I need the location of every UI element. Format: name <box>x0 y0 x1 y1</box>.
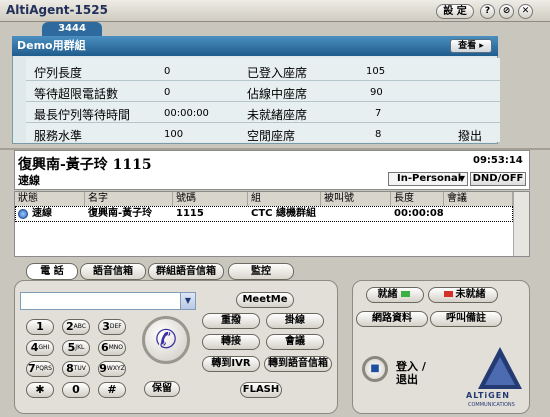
tab-monitor[interactable]: 監控 <box>228 263 294 280</box>
view-button[interactable]: 查看 ▸ <box>450 39 492 53</box>
stat-value: 100 <box>164 129 184 140</box>
dnd-button[interactable]: DND/OFF <box>470 172 526 186</box>
key-2[interactable]: 2ABC <box>62 319 90 335</box>
flash-button[interactable]: FLASH <box>240 382 282 398</box>
login-label[interactable]: 登入 / 退出 <box>396 360 426 386</box>
tab-voicemail[interactable]: 語音信箱 <box>80 263 146 280</box>
chevron-down-icon: ▼ <box>458 174 465 183</box>
column-header[interactable]: 號碼 <box>173 192 248 206</box>
cell-number: 1115 <box>176 208 204 219</box>
logo-subtext: COMMUNICATIONS <box>468 402 515 408</box>
stat-label: 服務水準 <box>34 129 83 143</box>
column-header[interactable]: 被叫號 <box>321 192 391 206</box>
key-1[interactable]: 1 <box>26 319 54 335</box>
key-5[interactable]: 5JKL <box>62 340 90 356</box>
call-status-icon <box>18 209 28 219</box>
stat-label: 空閒座席 <box>247 129 296 143</box>
hangup-button[interactable]: 掛線 <box>266 313 324 329</box>
key-7[interactable]: 7PQRS <box>26 361 54 377</box>
meetme-button[interactable]: MeetMe <box>236 292 294 308</box>
call-type: 速線 <box>18 174 40 187</box>
key-0[interactable]: 0 <box>62 382 90 398</box>
stat-label: 已登入座席 <box>247 66 308 80</box>
stat-label: 佔線中座席 <box>247 87 308 101</box>
stat-value: 8 <box>375 129 382 140</box>
window-title: AltiAgent-1525 <box>6 3 108 17</box>
dial-input[interactable] <box>20 292 196 310</box>
ready-button[interactable]: 就緒 <box>366 287 424 303</box>
not-ready-led-icon <box>443 291 453 297</box>
stat-label: 等待超限電話數 <box>34 87 119 101</box>
help-icon[interactable]: ? <box>480 4 495 19</box>
login-icon[interactable]: ■ <box>362 356 388 382</box>
close-icon[interactable]: ✕ <box>518 4 533 19</box>
transfer-button[interactable]: 轉接 <box>202 334 260 350</box>
minimize-icon[interactable]: ⊘ <box>499 4 514 19</box>
column-header[interactable]: 狀態 <box>15 192 85 206</box>
cell-duration: 00:00:08 <box>394 208 444 219</box>
call-note-button[interactable]: 呼叫備註 <box>430 311 502 327</box>
key-3[interactable]: 3DEF <box>98 319 126 335</box>
table-scrollbar[interactable] <box>513 192 529 256</box>
key-star[interactable]: ✱ <box>26 382 54 398</box>
stat-label: 未就緒座席 <box>247 108 308 122</box>
stat-label: 最長佇列等待時間 <box>34 108 131 122</box>
not-ready-button[interactable]: 未就緒 <box>428 287 498 303</box>
tab-group-voicemail[interactable]: 群組語音信箱 <box>148 263 224 280</box>
key-hash[interactable]: # <box>98 382 126 398</box>
key-9[interactable]: 9WXYZ <box>98 361 126 377</box>
cell-group: CTC 總機群組 <box>251 208 316 219</box>
conference-button[interactable]: 會議 <box>266 334 324 350</box>
stat-value: 0 <box>164 87 171 98</box>
cell-status: 速線 <box>32 208 52 219</box>
transfer-ivr-button[interactable]: 轉到IVR <box>202 356 260 372</box>
column-header[interactable]: 名字 <box>85 192 173 206</box>
cell-name: 復興南-黃子玲 <box>88 208 153 219</box>
caller-name: 復興南-黃子玲 1115 <box>18 157 152 173</box>
settings-button[interactable]: 設 定 <box>436 4 474 19</box>
stat-label: 佇列長度 <box>34 66 83 80</box>
phone-handset-icon[interactable]: ✆ <box>142 316 190 364</box>
stat-value: 90 <box>370 87 383 98</box>
column-header[interactable]: 會議 <box>444 192 513 206</box>
stat-value: 7 <box>375 108 382 119</box>
ready-led-icon <box>400 291 410 297</box>
chevron-down-icon[interactable]: ▼ <box>180 293 195 309</box>
redial-button[interactable]: 重撥 <box>202 313 260 329</box>
group-name: Demo用群組 <box>12 36 498 56</box>
mode-select[interactable]: In-Personal ▼ <box>388 172 468 186</box>
stat-value: 105 <box>366 66 386 77</box>
group-tab-number[interactable]: 3444 <box>42 22 102 36</box>
tab-phone[interactable]: 電 話 <box>26 263 78 280</box>
column-header[interactable]: 組 <box>248 192 321 206</box>
column-header[interactable]: 長度 <box>391 192 444 206</box>
key-4[interactable]: 4GHI <box>26 340 54 356</box>
call-clock: 09:53:14 <box>473 155 523 166</box>
hold-button[interactable]: 保留 <box>144 381 180 397</box>
logo-text: ALTiGEN <box>466 391 510 400</box>
stat-value: 0 <box>164 66 171 77</box>
transfer-voicemail-button[interactable]: 轉到語音信箱 <box>264 356 332 372</box>
stat-value: 00:00:00 <box>164 108 209 119</box>
network-data-button[interactable]: 網路資料 <box>356 311 428 327</box>
key-8[interactable]: 8TUV <box>62 361 90 377</box>
key-6[interactable]: 6MNO <box>98 340 126 356</box>
outbound-label[interactable]: 撥出 <box>458 127 482 144</box>
